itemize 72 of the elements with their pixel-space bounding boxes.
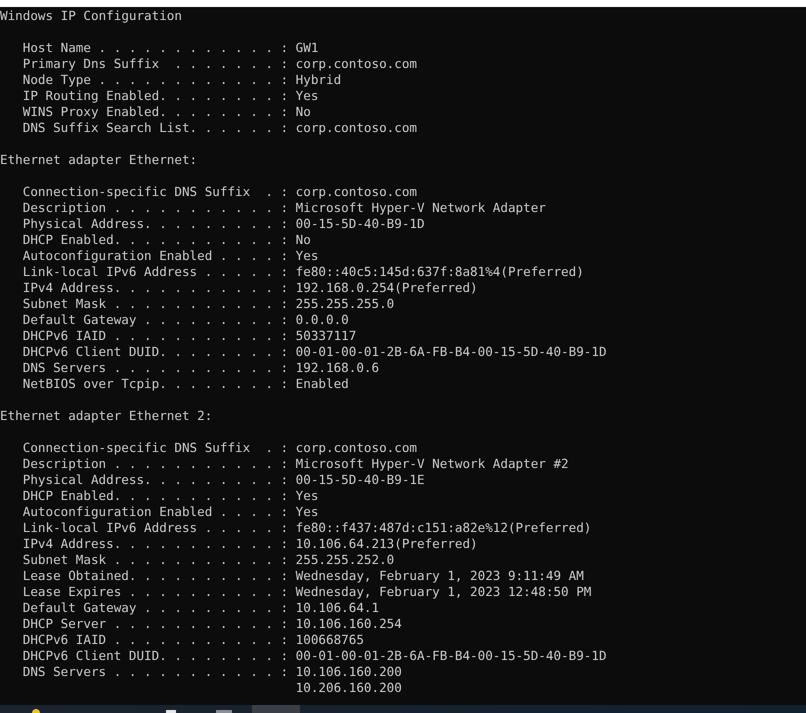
field-value: Hybrid — [296, 72, 342, 88]
field-value: No — [296, 104, 312, 120]
field-label: Autoconfiguration Enabled . . . . : — [22, 248, 288, 264]
field-value: Enabled — [296, 376, 350, 392]
field-label: Connection-specific DNS Suffix . : — [22, 440, 288, 456]
field-value: 10.106.64.213(Preferred) — [296, 536, 479, 552]
adapter-heading: Ethernet adapter Ethernet: — [0, 152, 198, 168]
field-value: 00-15-5D-40-B9-1D — [296, 216, 426, 232]
field-value: corp.contoso.com — [296, 184, 418, 200]
field-label: DHCP Enabled. . . . . . . . . . . : — [22, 488, 288, 504]
field-label: Connection-specific DNS Suffix . : — [22, 184, 288, 200]
field-value: No — [296, 232, 312, 248]
field-label: DNS Suffix Search List. . . . . . : — [22, 120, 288, 136]
field-value: 10.106.64.1 — [296, 600, 380, 616]
field-value: fe80::40c5:145d:637f:8a81%4(Preferred) — [296, 264, 585, 280]
field-value: 50337117 — [296, 328, 358, 344]
field-value: Wednesday, February 1, 2023 9:11:49 AM — [296, 568, 585, 584]
field-label: IPv4 Address. . . . . . . . . . . : — [22, 280, 288, 296]
field-value: 10.106.160.200 — [296, 664, 403, 680]
field-value: 0.0.0.0 — [296, 312, 350, 328]
field-label: DNS Servers . . . . . . . . . . . : — [22, 664, 288, 680]
field-label: Autoconfiguration Enabled . . . . : — [22, 504, 288, 520]
field-value: Yes — [296, 504, 320, 520]
field-label: IPv4 Address. . . . . . . . . . . : — [22, 536, 288, 552]
field-label: WINS Proxy Enabled. . . . . . . . : — [22, 104, 288, 120]
field-value: corp.contoso.com — [296, 56, 417, 72]
field-label: Link-local IPv6 Address . . . . . : — [22, 520, 288, 536]
field-value: Microsoft Hyper-V Network Adapter #2 — [296, 456, 570, 472]
field-label: Lease Expires . . . . . . . . . . : — [22, 584, 288, 600]
field-value: Yes — [296, 88, 320, 104]
field-value: 00-01-00-01-2B-6A-FB-B4-00-15-5D-40-B9-1D — [296, 344, 607, 360]
field-label: DNS Servers . . . . . . . . . . . : — [22, 360, 288, 376]
field-value: 255.255.252.0 — [296, 552, 396, 568]
field-label: Physical Address. . . . . . . . . : — [22, 472, 288, 488]
field-value: corp.contoso.com — [296, 120, 417, 136]
field-label: NetBIOS over Tcpip. . . . . . . . : — [22, 376, 288, 392]
field-label: DHCPv6 IAID . . . . . . . . . . . : — [22, 632, 288, 648]
field-label: DHCP Enabled. . . . . . . . . . . : — [22, 232, 288, 248]
field-label: IP Routing Enabled. . . . . . . . : — [22, 88, 288, 104]
field-label: DHCPv6 IAID . . . . . . . . . . . : — [22, 328, 288, 344]
adapter-heading: Ethernet adapter Ethernet 2: — [0, 408, 214, 424]
field-label: Subnet Mask . . . . . . . . . . . : — [22, 296, 288, 312]
field-label: Description . . . . . . . . . . . : — [22, 456, 288, 472]
field-value: corp.contoso.com — [296, 440, 418, 456]
field-value: Microsoft Hyper-V Network Adapter — [296, 200, 547, 216]
field-value: 192.168.0.254(Preferred) — [296, 280, 479, 296]
field-label: Description . . . . . . . . . . . : — [22, 200, 288, 216]
field-value: Yes — [296, 488, 320, 504]
field-label: DHCP Server . . . . . . . . . . . : — [22, 616, 288, 632]
field-label: Default Gateway . . . . . . . . . : — [22, 600, 288, 616]
field-value: Wednesday, February 1, 2023 12:48:50 PM — [296, 584, 592, 600]
field-value: 100668765 — [296, 632, 365, 648]
field-value: 10.206.160.200 — [296, 680, 403, 696]
field-value: 00-01-00-01-2B-6A-FB-B4-00-15-5D-40-B9-1D — [296, 648, 607, 664]
field-label: Subnet Mask . . . . . . . . . . . : — [22, 552, 288, 568]
field-label: Physical Address. . . . . . . . . : — [22, 216, 288, 232]
field-label: Host Name . . . . . . . . . . . . : — [22, 40, 288, 56]
field-value: 10.106.160.254 — [296, 616, 403, 632]
field-value: 192.168.0.6 — [296, 360, 380, 376]
field-label: Link-local IPv6 Address . . . . . : — [22, 264, 288, 280]
console-title: Windows IP Configuration — [0, 8, 183, 24]
field-value: GW1 — [296, 40, 320, 56]
field-label: DHCPv6 Client DUID. . . . . . . . : — [22, 344, 288, 360]
field-label: Default Gateway . . . . . . . . . : — [22, 312, 288, 328]
field-value: 00-15-5D-40-B9-1E — [296, 472, 426, 488]
field-label: DHCPv6 Client DUID. . . . . . . . : — [22, 648, 288, 664]
field-label: Node Type . . . . . . . . . . . . : — [22, 72, 288, 88]
field-value: 255.255.255.0 — [296, 296, 396, 312]
field-label: Primary Dns Suffix . . . . . . . : — [22, 56, 288, 72]
field-value: fe80::f437:487d:c151:a82e%12(Preferred) — [296, 520, 592, 536]
field-label: Lease Obtained. . . . . . . . . . : — [22, 568, 288, 584]
field-value: Yes — [296, 248, 320, 264]
